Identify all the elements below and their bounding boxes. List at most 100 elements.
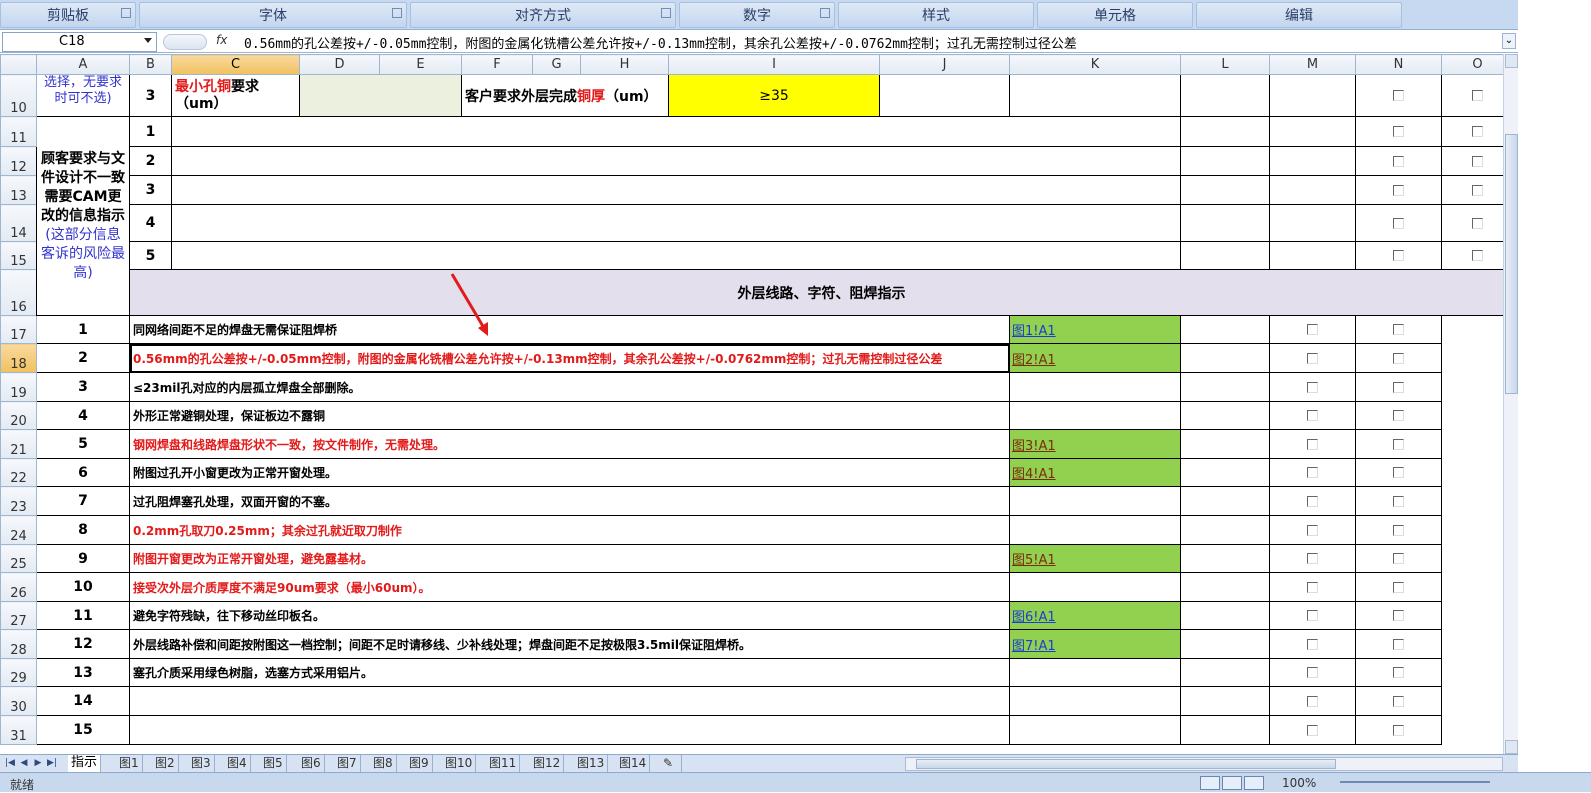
- row-header[interactable]: 22: [0, 458, 37, 487]
- vertical-scrollbar[interactable]: [1503, 54, 1518, 754]
- item-text-cell[interactable]: [129, 686, 1010, 716]
- checkbox[interactable]: [1307, 438, 1318, 450]
- checkbox[interactable]: [1393, 381, 1404, 393]
- item-number[interactable]: 1: [129, 116, 172, 147]
- item-text-cell[interactable]: ≤23mil孔对应的内层孤立焊盘全部删除。: [129, 372, 1010, 402]
- ribbon-group-editing[interactable]: 编辑: [1196, 2, 1402, 28]
- cell[interactable]: [1180, 515, 1270, 545]
- tab-figure-14[interactable]: 图14: [616, 755, 651, 772]
- item-number[interactable]: 6: [36, 458, 130, 487]
- item-text-cell[interactable]: [171, 241, 1181, 270]
- link-cell[interactable]: 图1!A1: [1009, 315, 1181, 344]
- ribbon-group-alignment[interactable]: 对齐方式: [410, 2, 676, 28]
- item-number[interactable]: 5: [129, 241, 172, 270]
- checkbox-cell[interactable]: [1269, 458, 1356, 487]
- cell[interactable]: [1180, 658, 1270, 687]
- cell[interactable]: [1180, 343, 1270, 373]
- row-header[interactable]: 15: [0, 241, 37, 270]
- dialog-launcher-icon[interactable]: [392, 8, 402, 18]
- item-text-cell[interactable]: 塞孔介质采用绿色树脂，选塞方式采用铝片。: [129, 658, 1010, 687]
- item-number[interactable]: 4: [129, 204, 172, 242]
- row-header[interactable]: 19: [0, 372, 37, 402]
- chevron-down-icon[interactable]: [144, 38, 152, 43]
- dialog-launcher-icon[interactable]: [820, 8, 830, 18]
- page-break-icon[interactable]: [1244, 776, 1264, 790]
- column-header[interactable]: J: [879, 54, 1010, 75]
- min-hole-copper-label[interactable]: 最小孔铜要求（um）: [171, 74, 300, 117]
- column-header[interactable]: N: [1355, 54, 1442, 75]
- row-header[interactable]: 11: [0, 116, 37, 147]
- cell[interactable]: [1009, 74, 1181, 117]
- checkbox-cell[interactable]: [1355, 372, 1442, 402]
- checkbox[interactable]: [1472, 184, 1483, 196]
- column-header[interactable]: K: [1009, 54, 1181, 75]
- tab-figure-12[interactable]: 图12: [530, 755, 565, 772]
- ribbon-group-number[interactable]: 数字: [679, 2, 835, 28]
- checkbox[interactable]: [1393, 495, 1404, 507]
- cell[interactable]: [1269, 175, 1356, 205]
- item-number[interactable]: 5: [36, 429, 130, 459]
- tab-figure-9[interactable]: 图9: [406, 755, 433, 772]
- checkbox-cell[interactable]: [1269, 372, 1356, 402]
- formula-buttons[interactable]: [163, 34, 207, 50]
- cell[interactable]: [1180, 315, 1270, 344]
- link-cell[interactable]: [1009, 486, 1181, 516]
- checkbox[interactable]: [1393, 217, 1404, 229]
- checkbox-cell[interactable]: [1355, 715, 1442, 745]
- checkbox-cell[interactable]: [1355, 486, 1442, 516]
- checkbox-cell[interactable]: [1355, 315, 1442, 344]
- link-cell[interactable]: [1009, 572, 1181, 602]
- link-cell[interactable]: [1009, 515, 1181, 545]
- cell[interactable]: [1180, 429, 1270, 459]
- item-number[interactable]: 2: [36, 343, 130, 373]
- checkbox-cell[interactable]: [1269, 544, 1356, 573]
- item-text-cell[interactable]: [171, 204, 1181, 242]
- tab-figure-6[interactable]: 图6: [298, 755, 325, 772]
- row-header[interactable]: 13: [0, 175, 37, 205]
- column-header[interactable]: M: [1269, 54, 1356, 75]
- hyperlink[interactable]: 图4!A1: [1012, 467, 1056, 482]
- cell[interactable]: [1269, 74, 1356, 117]
- row-header[interactable]: 25: [0, 544, 37, 573]
- checkbox[interactable]: [1472, 126, 1483, 137]
- item-text-cell[interactable]: 外层线路补偿和间距按附图这一档控制；间距不足时请移线、少补线处理；焊盘间距不足按…: [129, 629, 1010, 659]
- tab-figure-5[interactable]: 图5: [260, 755, 287, 772]
- row-header[interactable]: 16: [0, 269, 37, 316]
- section-title[interactable]: 外层线路、字符、阻焊指示: [129, 269, 1514, 316]
- item-number[interactable]: 4: [36, 401, 130, 430]
- cell[interactable]: [1180, 544, 1270, 573]
- checkbox[interactable]: [1307, 724, 1318, 736]
- item-text-cell[interactable]: 0.2mm孔取刀0.25mm；其余过孔就近取刀制作: [129, 515, 1010, 545]
- checkbox-cell[interactable]: [1269, 629, 1356, 659]
- item-text-cell[interactable]: 0.56mm的孔公差按+/-0.05mm控制，附图的金属化铣槽公差允许按+/-0…: [129, 343, 1010, 373]
- link-cell[interactable]: 图6!A1: [1009, 601, 1181, 630]
- checkbox-cell[interactable]: [1355, 175, 1442, 205]
- checkbox[interactable]: [1307, 495, 1318, 507]
- hyperlink[interactable]: 图3!A1: [1012, 439, 1056, 454]
- tab-instructions[interactable]: 指示: [68, 755, 102, 772]
- checkbox[interactable]: [1393, 126, 1404, 137]
- ribbon-group-font[interactable]: 字体: [139, 2, 407, 28]
- item-text-cell[interactable]: 过孔阻焊塞孔处理，双面开窗的不塞。: [129, 486, 1010, 516]
- checkbox[interactable]: [1393, 90, 1404, 101]
- checkbox[interactable]: [1307, 553, 1318, 564]
- outer-copper-label[interactable]: 客户要求外层完成铜厚（um）: [461, 74, 669, 117]
- expand-formula-icon[interactable]: ⌄: [1502, 33, 1516, 49]
- checkbox-cell[interactable]: [1355, 658, 1442, 687]
- row-header[interactable]: 20: [0, 401, 37, 430]
- checkbox-cell[interactable]: [1269, 401, 1356, 430]
- min-hole-copper-input[interactable]: [299, 74, 462, 117]
- item-text-cell[interactable]: 外形正常避铜处理，保证板边不露铜: [129, 401, 1010, 430]
- checkbox-cell[interactable]: [1355, 544, 1442, 573]
- link-cell[interactable]: [1180, 146, 1270, 176]
- name-box[interactable]: C18: [2, 32, 157, 52]
- checkbox[interactable]: [1393, 524, 1404, 536]
- scroll-thumb[interactable]: [1505, 134, 1518, 394]
- checkbox[interactable]: [1393, 324, 1404, 335]
- checkbox[interactable]: [1472, 155, 1483, 167]
- checkbox[interactable]: [1307, 695, 1318, 707]
- ribbon-group-clipboard[interactable]: 剪贴板: [0, 2, 136, 28]
- page-layout-icon[interactable]: [1222, 776, 1242, 790]
- checkbox-cell[interactable]: [1355, 458, 1442, 487]
- item-number[interactable]: 14: [36, 686, 130, 716]
